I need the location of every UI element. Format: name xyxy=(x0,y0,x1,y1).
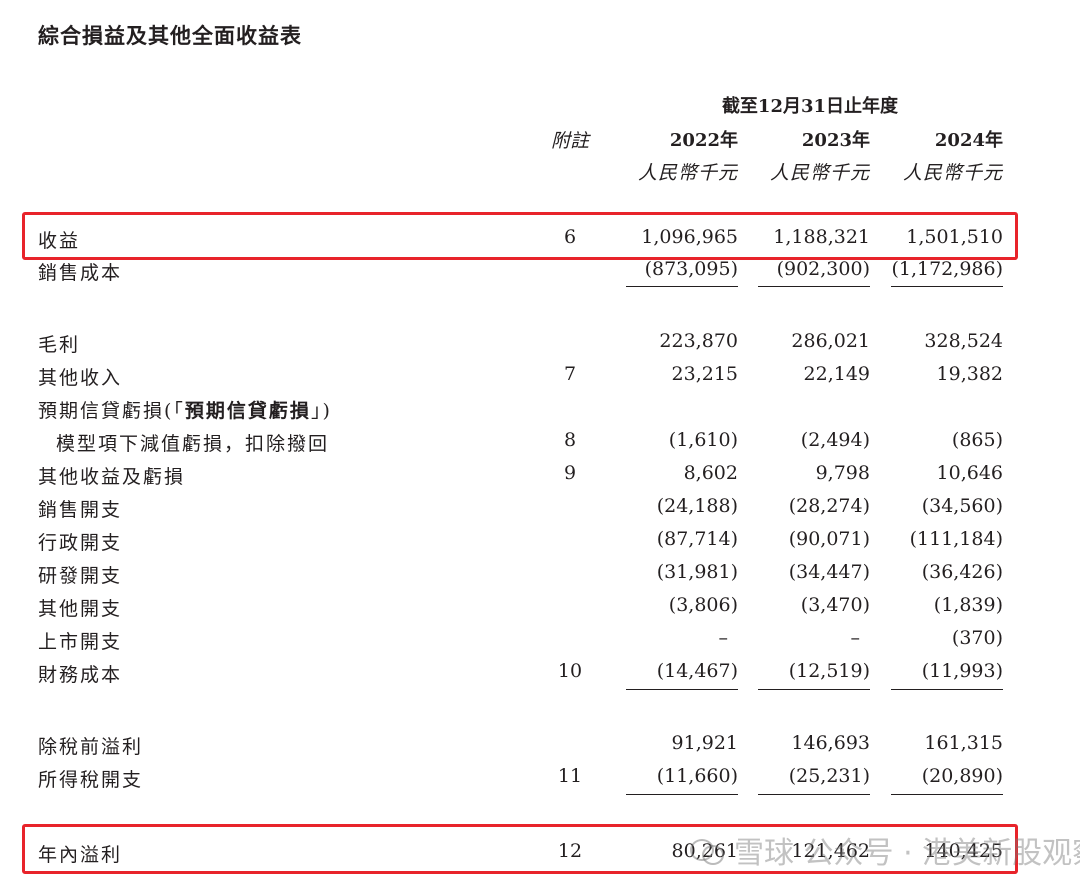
cell-2023: (902,300) xyxy=(776,258,870,280)
cell-2022: (3,806) xyxy=(668,594,738,616)
cell-2024: 10,646 xyxy=(936,462,1003,484)
cell-2022: (87,714) xyxy=(656,528,738,550)
row-label: 其他收入 xyxy=(38,367,123,389)
row-label: 其他收益及虧損 xyxy=(38,466,186,488)
label-bold-term: 預期信貸虧損 xyxy=(184,400,311,422)
cell-2023: 9,798 xyxy=(815,462,870,484)
row-label: 銷售成本 xyxy=(38,262,123,284)
unit-header-2024: 人民幣千元 xyxy=(902,162,1003,184)
cell-2023: (3,470) xyxy=(800,594,870,616)
cell-2022: 23,215 xyxy=(671,363,738,385)
row-label: 預期信貸虧損(「預期信貸虧損」) xyxy=(38,396,332,423)
table-row-cost-of-sales: 銷售成本 (873,095) (902,300) (1,172,986) xyxy=(0,258,1080,286)
table-row-listing-expenses: 上市開支 – – (370) xyxy=(0,627,1080,655)
cell-2023: (2,494) xyxy=(800,429,870,451)
table-row-income-tax: 所得稅開支 11 (11,660) (25,231) (20,890) xyxy=(0,765,1080,793)
cell-2024: 328,524 xyxy=(924,330,1003,352)
cell-2023: 146,693 xyxy=(791,732,870,754)
cell-2024: (865) xyxy=(951,429,1003,451)
row-label: 上市開支 xyxy=(38,631,123,653)
table-row-rnd-expenses: 研發開支 (31,981) (34,447) (36,426) xyxy=(0,561,1080,589)
row-note: 10 xyxy=(557,660,583,682)
row-label: 其他開支 xyxy=(38,598,123,620)
cell-2023: 286,021 xyxy=(791,330,870,352)
subtotal-rule xyxy=(758,689,870,690)
cell-2024: (34,560) xyxy=(921,495,1003,517)
cell-2022: (31,981) xyxy=(656,561,738,583)
year-header-2023: 2023年 xyxy=(801,130,870,151)
row-note: 9 xyxy=(563,462,577,484)
row-label: 除稅前溢利 xyxy=(38,736,144,758)
subtotal-rule xyxy=(758,286,870,287)
year-header-2022: 2022年 xyxy=(669,130,738,151)
row-label: 毛利 xyxy=(38,334,81,356)
cell-2024: (36,426) xyxy=(921,561,1003,583)
label-prefix: 預期信貸虧損(「 xyxy=(38,400,185,422)
table-row-other-gains-losses: 其他收益及虧損 9 8,602 9,798 10,646 xyxy=(0,462,1080,490)
cell-2022: (14,467) xyxy=(656,660,738,682)
table-row-selling-expenses: 銷售開支 (24,188) (28,274) (34,560) xyxy=(0,495,1080,523)
cell-2024: (11,993) xyxy=(921,660,1003,682)
subtotal-rule xyxy=(891,286,1003,287)
cell-2024: (20,890) xyxy=(921,765,1003,787)
unit-header-2023: 人民幣千元 xyxy=(769,162,870,184)
cell-2024: 19,382 xyxy=(936,363,1003,385)
subtotal-rule xyxy=(891,689,1003,690)
table-row-admin-expenses: 行政開支 (87,714) (90,071) (111,184) xyxy=(0,528,1080,556)
row-label: 研發開支 xyxy=(38,565,123,587)
note-column-header: 附註 xyxy=(550,130,589,152)
subtotal-rule xyxy=(891,794,1003,795)
table-row-profit-before-tax: 除稅前溢利 91,921 146,693 161,315 xyxy=(0,732,1080,760)
unit-header-2022: 人民幣千元 xyxy=(637,162,738,184)
cell-2023: (12,519) xyxy=(788,660,870,682)
row-label: 財務成本 xyxy=(38,664,123,686)
snowball-logo-icon xyxy=(690,835,726,865)
cell-2024: (1,839) xyxy=(933,594,1003,616)
row-note: 11 xyxy=(557,765,583,787)
row-label: 行政開支 xyxy=(38,532,123,554)
cell-2023: (34,447) xyxy=(788,561,870,583)
cell-2023: 22,149 xyxy=(803,363,870,385)
table-row-other-expenses: 其他開支 (3,806) (3,470) (1,839) xyxy=(0,594,1080,622)
table-row-finance-costs: 財務成本 10 (14,467) (12,519) (11,993) xyxy=(0,660,1080,688)
subtotal-rule xyxy=(758,794,870,795)
subtotal-rule xyxy=(626,286,738,287)
cell-2022: (1,610) xyxy=(668,429,738,451)
row-label: 銷售開支 xyxy=(38,499,123,521)
table-row-gross-profit: 毛利 223,870 286,021 328,524 xyxy=(0,330,1080,358)
cell-2022: (873,095) xyxy=(644,258,738,280)
cell-2022: 91,921 xyxy=(671,732,738,754)
period-header: 截至12月31日止年度 xyxy=(721,96,899,117)
cell-2023: (25,231) xyxy=(788,765,870,787)
table-row-ecl-heading: 預期信貸虧損(「預期信貸虧損」) xyxy=(0,396,1080,424)
watermark-text: 雪球 公众号 · 港美新股观察 xyxy=(734,836,1080,871)
cell-2024: (1,172,986) xyxy=(891,258,1003,280)
revenue-highlight-box xyxy=(22,212,1018,260)
cell-2022: 223,870 xyxy=(659,330,738,352)
row-note: 7 xyxy=(563,363,577,385)
label-suffix: 」) xyxy=(310,400,332,422)
row-note: 8 xyxy=(563,429,577,451)
cell-2022: – xyxy=(718,627,729,649)
cell-2022: (24,188) xyxy=(656,495,738,517)
cell-2022: 8,602 xyxy=(683,462,738,484)
cell-2023: (28,274) xyxy=(788,495,870,517)
statement-title: 綜合損益及其他全面收益表 xyxy=(38,23,302,48)
cell-2024: (370) xyxy=(951,627,1003,649)
subtotal-rule xyxy=(626,689,738,690)
row-label: 所得稅開支 xyxy=(38,769,144,791)
year-header-2024: 2024年 xyxy=(934,130,1003,151)
table-row-impairment-losses: 模型項下減值虧損，扣除撥回 8 (1,610) (2,494) (865) xyxy=(0,429,1080,457)
cell-2023: (90,071) xyxy=(788,528,870,550)
cell-2022: (11,660) xyxy=(656,765,738,787)
row-label: 模型項下減值虧損，扣除撥回 xyxy=(56,433,330,455)
watermark: 雪球 公众号 · 港美新股观察 xyxy=(690,828,1080,872)
cell-2024: 161,315 xyxy=(924,732,1003,754)
cell-2024: (111,184) xyxy=(909,528,1003,550)
table-row-other-income: 其他收入 7 23,215 22,149 19,382 xyxy=(0,363,1080,391)
cell-2023: – xyxy=(850,627,861,649)
subtotal-rule xyxy=(626,794,738,795)
